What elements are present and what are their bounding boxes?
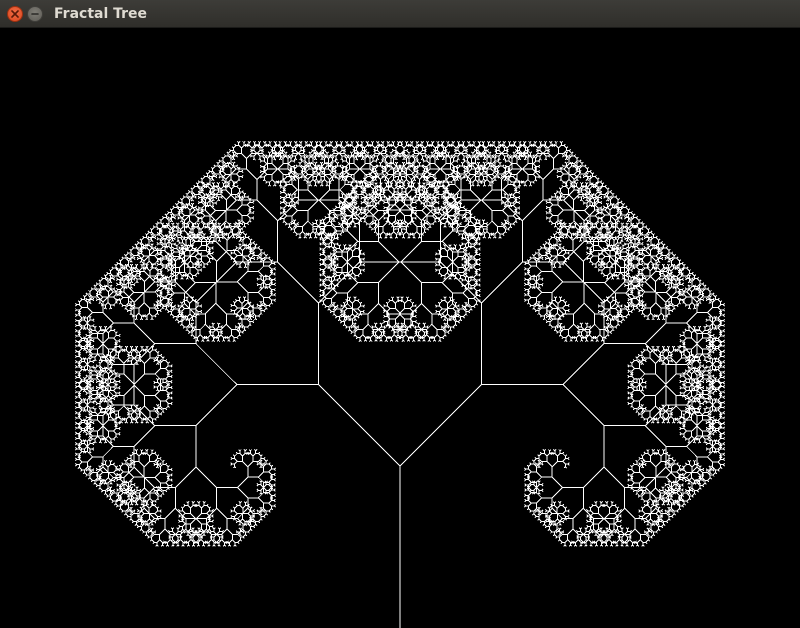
minimize-icon — [31, 10, 39, 18]
fractal-tree-drawing — [75, 141, 725, 628]
minimize-button[interactable] — [27, 6, 43, 22]
app-window: Fractal Tree — [0, 0, 800, 628]
window-title: Fractal Tree — [54, 6, 148, 22]
close-icon — [11, 10, 19, 18]
title-bar[interactable]: Fractal Tree — [0, 0, 800, 28]
fractal-canvas — [0, 28, 800, 628]
close-button[interactable] — [7, 6, 23, 22]
tree-branches — [75, 141, 725, 628]
